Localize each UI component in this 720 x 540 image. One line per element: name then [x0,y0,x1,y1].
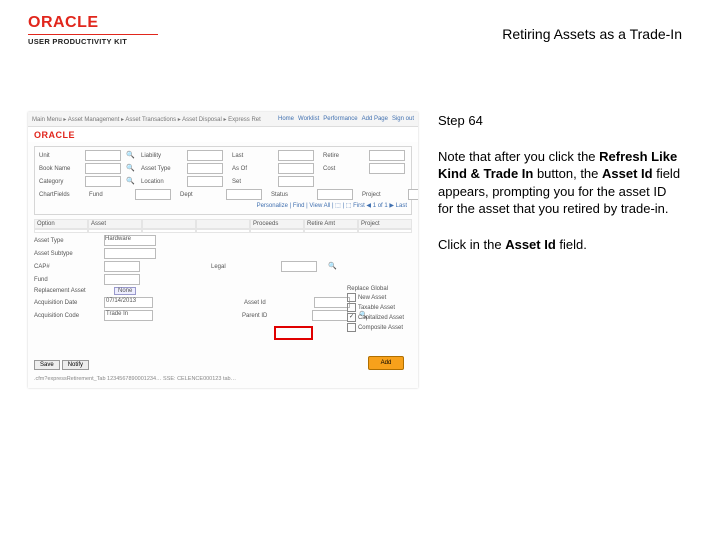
input-assettype[interactable] [187,163,223,174]
lbl-asset-type: Asset Type [34,238,96,244]
nav-link-home[interactable]: Home [278,116,294,122]
document-title: Retiring Assets as a Trade-In [502,26,682,42]
lbl-liability: Liability [141,153,185,159]
lbl-retire: Retire [323,153,367,159]
input-liability[interactable] [187,150,223,161]
checkbox-group: Replace Global New Asset Taxable Asset ✓… [347,286,404,333]
input-parent-id[interactable] [312,310,348,321]
input-project[interactable] [408,189,418,200]
lbl-taxable: Taxable Asset [358,305,395,311]
step-label: Step 64 [438,112,682,130]
lbl-asset-subtype: Asset Subtype [34,251,96,257]
lbl-project: Project [362,192,406,198]
checks-title: Replace Global [347,286,404,292]
brand-subtitle: USER PRODUCTIVITY KIT [28,37,158,46]
nav-link-worklist[interactable]: Worklist [298,116,319,122]
lbl-last: Last [232,153,276,159]
brand-word: ORACLE [28,14,158,32]
input-location[interactable] [187,176,223,187]
lbl-fund: Fund [89,192,133,198]
input-fund[interactable] [135,189,171,200]
instruction-panel: Step 64 Note that after you click the Re… [438,112,682,271]
input-unit[interactable] [85,150,121,161]
input-retire[interactable] [369,150,405,161]
breadcrumb: Main Menu ▸ Asset Management ▸ Asset Tra… [32,116,261,123]
grid-pager[interactable]: Personalize | Find | View All | ⬚ | ⬚ Fi… [257,202,407,209]
lbl-chartfields: ChartFields [39,192,83,198]
lbl-parent-id: Parent ID [242,313,304,319]
select-acq-code[interactable]: Trade In [104,310,153,321]
notify-button[interactable]: Notify [62,360,89,370]
input-book[interactable] [85,163,121,174]
input-set[interactable] [278,176,314,187]
lbl-dept: Dept [180,192,224,198]
lbl-set: Set [232,179,276,185]
col-proceeds: Proceeds [250,219,304,229]
save-button[interactable]: Save [34,360,60,370]
replace-asset-value: None [114,287,136,295]
app-brand: ORACLE [34,130,75,140]
add-button[interactable]: Add [368,356,404,370]
nav-link-signout[interactable]: Sign out [392,116,414,122]
lbl-capnum: CAP# [34,264,96,270]
lbl-location: Location [141,179,185,185]
input-status[interactable] [317,189,353,200]
lbl-fund2: Fund [34,277,96,283]
check-new-asset[interactable] [347,293,356,302]
nav-link-addpage[interactable]: Add Page [362,116,388,122]
lbl-new-asset: New Asset [358,295,386,301]
input-fund2[interactable] [104,274,140,285]
input-asof[interactable] [278,163,314,174]
lbl-asof: As Of [232,166,276,172]
lookup-icon[interactable]: 🔍 [126,164,135,173]
input-dept[interactable] [226,189,262,200]
lookup-icon[interactable]: 🔍 [328,262,337,271]
lookup-icon[interactable]: 🔍 [126,177,135,186]
input-category[interactable] [85,176,121,187]
lbl-assettype: Asset Type [141,166,185,172]
embedded-screenshot: Main Menu ▸ Asset Management ▸ Asset Tra… [28,112,418,388]
lbl-book: Book Name [39,166,83,172]
col-3 [196,219,250,229]
lbl-replace-asset: Replacement Asset [34,288,106,294]
select-asset-type[interactable]: Hardware [104,235,156,246]
check-cap[interactable]: ✓ [347,313,356,322]
col-asset: Asset [88,219,142,229]
input-last[interactable] [278,150,314,161]
input-cost[interactable] [369,163,405,174]
check-taxable[interactable] [347,303,356,312]
check-composite[interactable] [347,323,356,332]
lbl-category: Category [39,179,83,185]
input-acq-date[interactable]: 07/14/2013 [104,297,153,308]
brand-logo: ORACLE USER PRODUCTIVITY KIT [28,14,158,46]
input-asset-subtype[interactable] [104,248,156,259]
input-legal[interactable] [281,261,317,272]
highlight-asset-id-field [274,326,313,340]
col-project: Project [358,219,412,229]
lbl-acq-code: Acquisition Code [34,313,96,319]
brand-rule [28,34,158,35]
grid-header: Option Asset Proceeds Retire Amt Project [34,219,412,229]
footer-text: .cfm?expressRetirement_Tab 1234567890001… [34,376,236,382]
col-retireamt: Retire Amt [304,219,358,229]
nav-link-performance[interactable]: Performance [323,116,357,122]
input-asset-id[interactable] [314,297,350,308]
lbl-asset-id: Asset Id [244,300,306,306]
input-capnum[interactable] [104,261,140,272]
filter-panel: Unit 🔍 Liability Last Retire Book Name 🔍 A… [34,146,412,215]
app-breadcrumb-bar: Main Menu ▸ Asset Management ▸ Asset Tra… [28,112,418,127]
lbl-composite: Composite Asset [358,325,403,331]
lbl-legal: Legal [211,264,273,270]
col-option: Option [34,219,88,229]
col-2 [142,219,196,229]
grid-row[interactable] [34,229,412,233]
instruction-para-1: Note that after you click the Refresh Li… [438,148,682,218]
lookup-icon[interactable]: 🔍 [126,151,135,160]
lbl-status: Status [271,192,315,198]
lbl-acq-date: Acquisition Date [34,300,96,306]
lbl-unit: Unit [39,153,83,159]
lbl-cost: Cost [323,166,367,172]
lbl-cap: Capitalized Asset [358,315,404,321]
instruction-para-2: Click in the Asset Id field. [438,236,682,254]
